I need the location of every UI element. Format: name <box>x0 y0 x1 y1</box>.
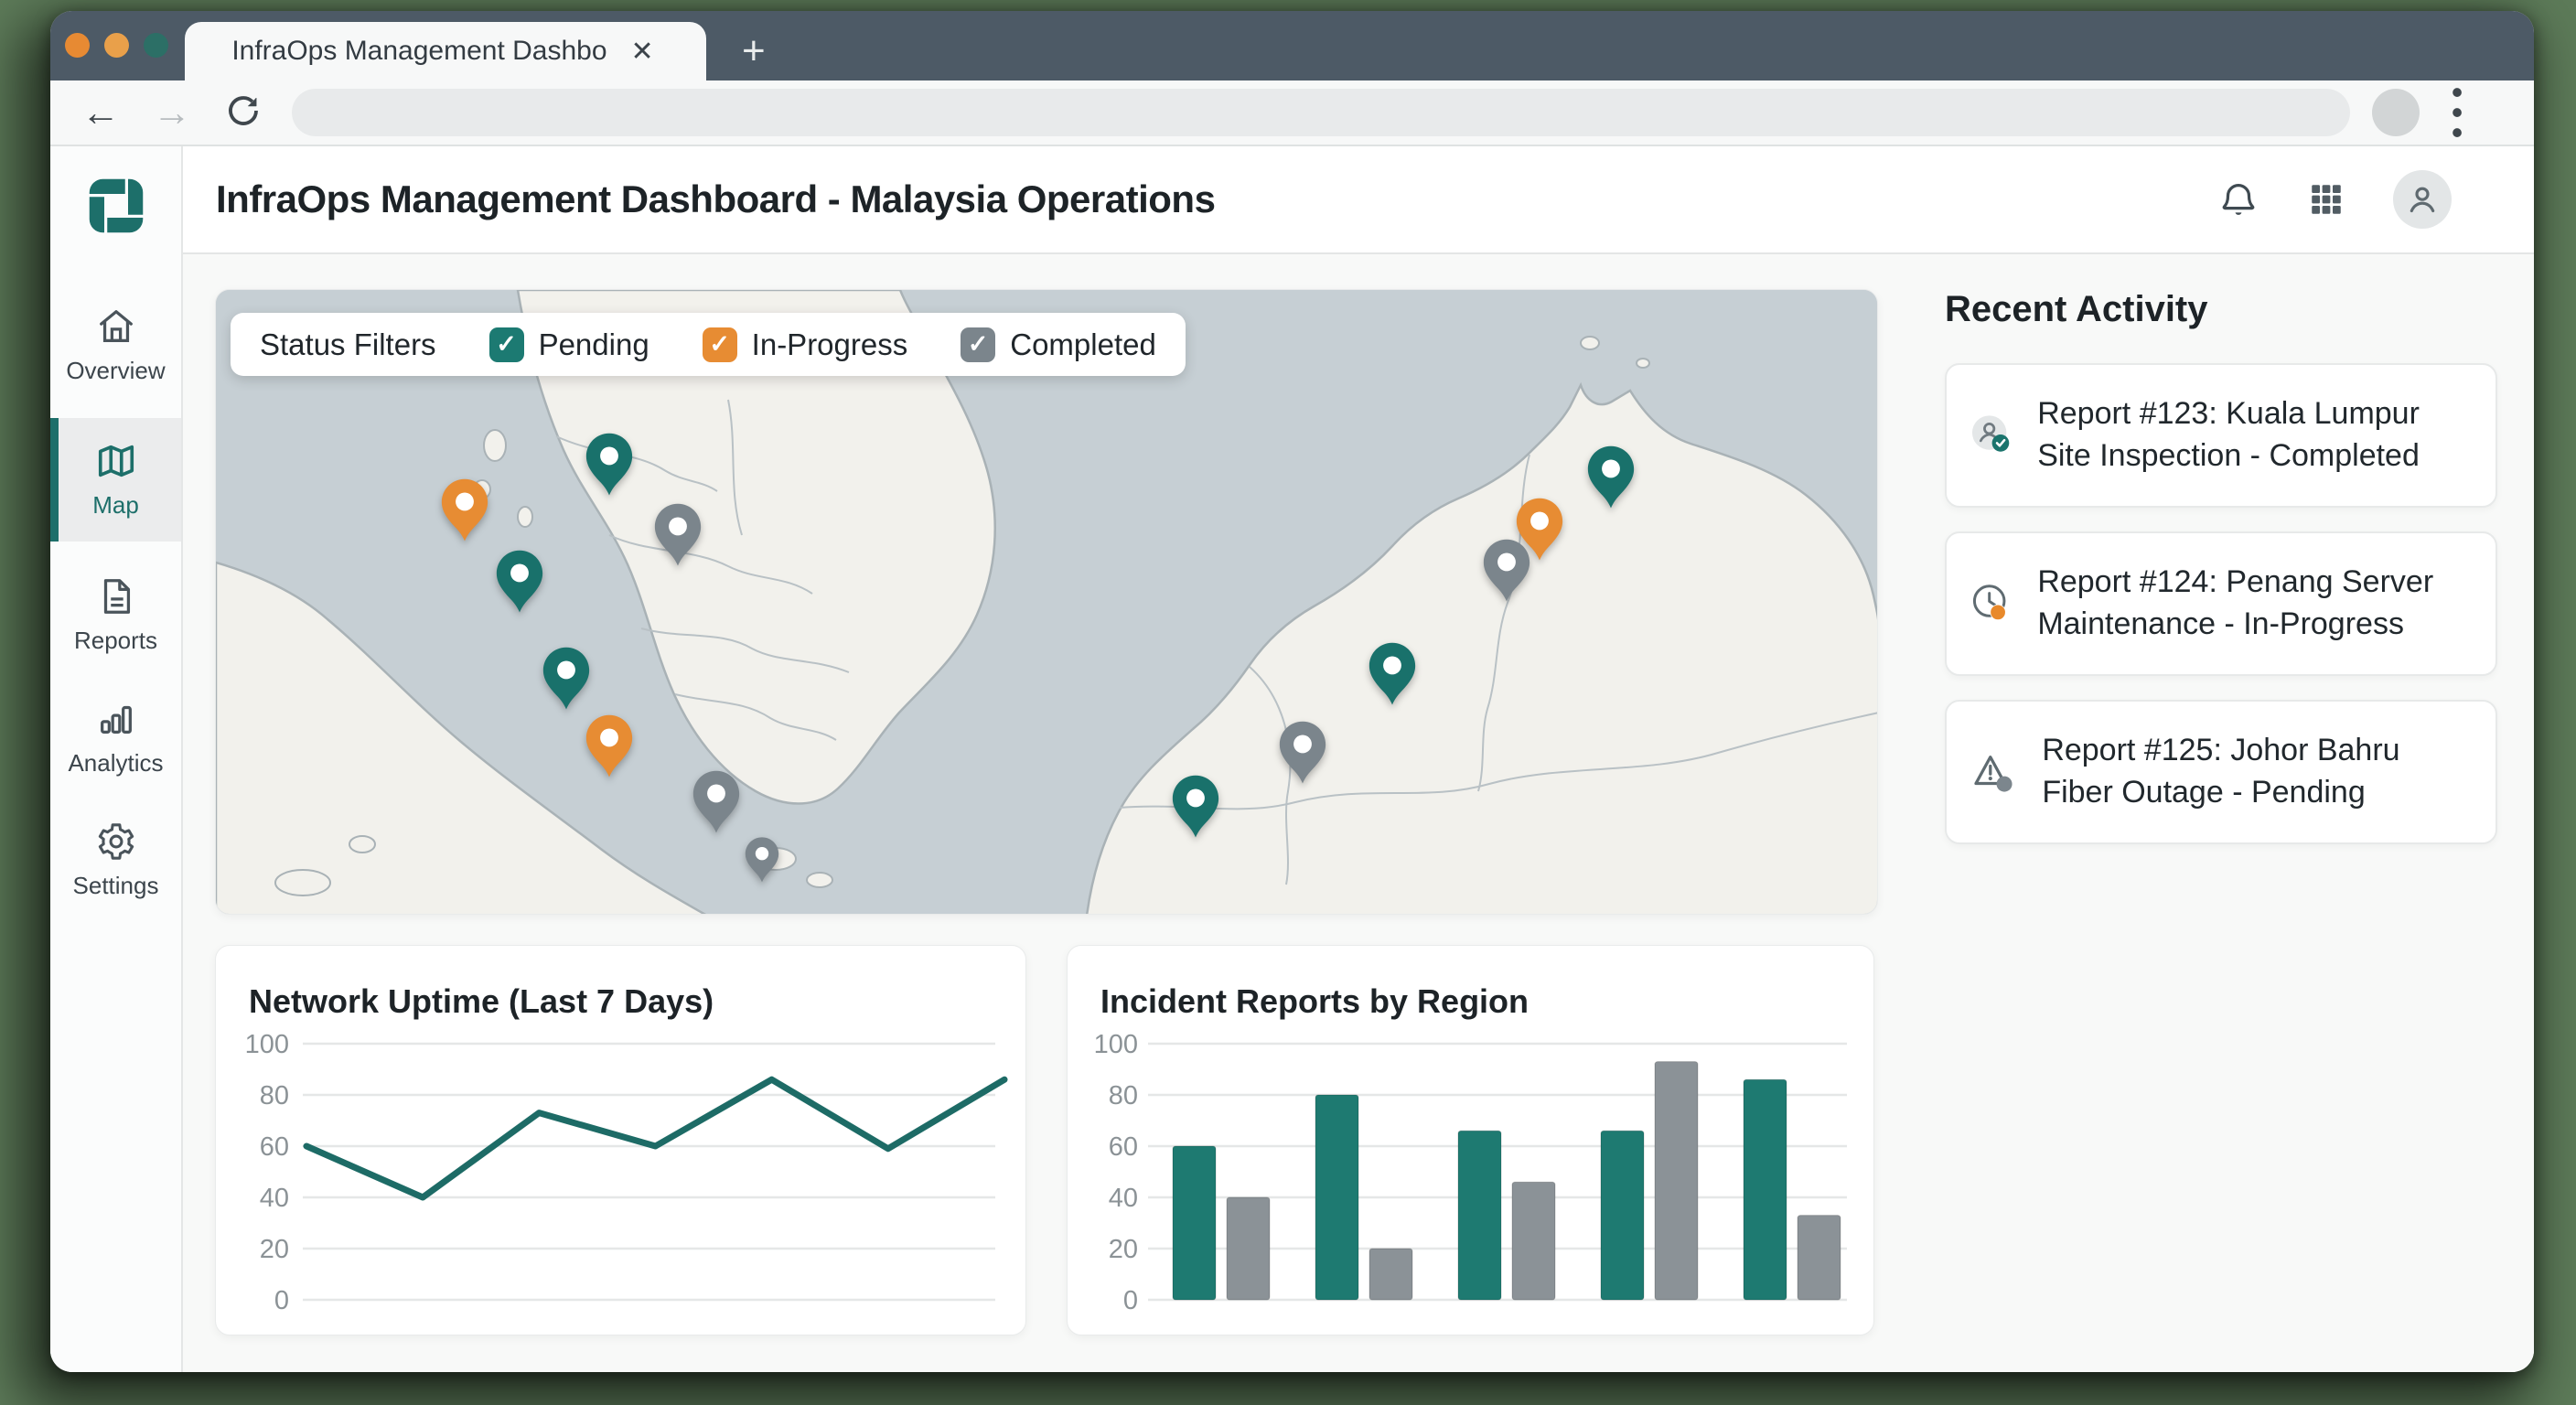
sidebar-nav: Overview Map Reports Analytics Settings <box>50 295 181 933</box>
user-check-icon <box>1970 397 2013 474</box>
sidebar-item-label: Reports <box>74 627 157 655</box>
recent-activity-panel: Recent Activity Report #123: Kuala Lumpu… <box>1945 289 2497 844</box>
bar-chart: 0 20 40 60 80 100 <box>1068 946 1875 1336</box>
status-filter-bar: Status Filters ✓ Pending ✓ In-Progress ✓ Comp… <box>231 313 1186 376</box>
sidebar-item-analytics[interactable]: Analytics <box>50 688 181 787</box>
sidebar-item-label: Settings <box>73 872 159 900</box>
window-close-button[interactable] <box>65 33 90 58</box>
recent-activity-title: Recent Activity <box>1945 289 2497 330</box>
sidebar-item-label: Analytics <box>68 749 163 778</box>
svg-text:80: 80 <box>1109 1081 1138 1110</box>
svg-text:0: 0 <box>1123 1286 1138 1315</box>
filter-option-in-progress: ✓ In-Progress <box>703 327 908 362</box>
sidebar-item-overview[interactable]: Overview <box>50 295 181 394</box>
browser-window: InfraOps Management Dashbo ✕ + ← → ••• <box>50 11 2534 1372</box>
main-column: InfraOps Management Dashboard - Malaysia… <box>183 146 2534 1372</box>
checkbox-completed[interactable]: ✓ <box>961 327 995 362</box>
page-header: InfraOps Management Dashboard - Malaysia… <box>183 146 2534 254</box>
map-pin-completed[interactable] <box>743 835 781 888</box>
activity-text: Report #125: Johor Bahru Fiber Outage - … <box>2042 730 2472 814</box>
activity-card[interactable]: Report #123: Kuala Lumpur Site Inspectio… <box>1945 363 2497 508</box>
bar-chart-icon <box>95 698 137 740</box>
map-pin-completed[interactable] <box>1276 719 1329 790</box>
map-canvas[interactable]: Status Filters ✓ Pending ✓ In-Progress ✓ Comp… <box>215 289 1878 915</box>
new-tab-button[interactable]: + <box>742 24 766 79</box>
tab-close-icon[interactable]: ✕ <box>626 36 660 68</box>
network-uptime-chart-card: Network Uptime (Last 7 Days) 02040608010… <box>215 945 1026 1335</box>
filter-option-label: In-Progress <box>752 327 908 362</box>
sidebar-item-label: Map <box>92 491 139 520</box>
filter-option-completed: ✓ Completed <box>961 327 1156 362</box>
map-pin-completed[interactable] <box>651 501 704 573</box>
recent-activity-list: Report #123: Kuala Lumpur Site Inspectio… <box>1945 363 2497 844</box>
svg-text:40: 40 <box>1109 1184 1138 1213</box>
map-pin-pending[interactable] <box>493 549 546 620</box>
status-filter-label: Status Filters <box>260 327 436 362</box>
map-pin-pending[interactable] <box>540 645 593 716</box>
page-title: InfraOps Management Dashboard - Malaysia… <box>216 177 1215 221</box>
map-pin-pending[interactable] <box>1584 444 1637 515</box>
map-pin-in-progress[interactable] <box>438 477 491 548</box>
map-pin-pending[interactable] <box>1366 640 1419 712</box>
sidebar-item-reports[interactable]: Reports <box>50 565 181 664</box>
map-pin-completed[interactable] <box>1480 537 1533 608</box>
home-icon <box>95 306 137 348</box>
clock-icon <box>1970 565 2013 642</box>
line-chart: 0 20 40 60 80 100 <box>216 946 1027 1336</box>
back-icon[interactable]: ← <box>81 93 120 132</box>
dashboard-content: Status Filters ✓ Pending ✓ In-Progress ✓ Comp… <box>183 254 2534 1372</box>
user-avatar[interactable] <box>2393 170 2452 229</box>
svg-text:20: 20 <box>1109 1235 1138 1264</box>
gear-icon <box>95 820 137 863</box>
map-pin-pending[interactable] <box>1169 773 1222 844</box>
filter-option-pending: ✓ Pending <box>489 327 649 362</box>
map-icon <box>95 440 137 482</box>
checkbox-in-progress[interactable]: ✓ <box>703 327 737 362</box>
window-minimize-button[interactable] <box>104 33 129 58</box>
browser-toolbar: ← → ••• <box>50 80 2534 146</box>
window-controls <box>65 33 168 58</box>
svg-text:0: 0 <box>274 1286 289 1315</box>
activity-card[interactable]: Report #125: Johor Bahru Fiber Outage - … <box>1945 700 2497 844</box>
map-pin-pending[interactable] <box>583 431 636 502</box>
malaysia-map-graphic <box>216 290 1878 915</box>
activity-text: Report #124: Penang Server Maintenance -… <box>2037 562 2472 646</box>
reload-icon[interactable] <box>224 91 263 134</box>
filter-option-label: Pending <box>539 327 649 362</box>
svg-text:40: 40 <box>260 1184 289 1213</box>
svg-text:60: 60 <box>260 1132 289 1162</box>
window-zoom-button[interactable] <box>144 33 168 58</box>
svg-text:100: 100 <box>245 1030 289 1059</box>
incident-reports-chart-card: Incident Reports by Region 020406080100 <box>1067 945 1874 1335</box>
tab-title: InfraOps Management Dashbo <box>231 36 606 67</box>
sidebar-item-label: Overview <box>66 357 165 385</box>
app-logo-icon <box>78 170 155 246</box>
apps-grid-icon[interactable] <box>2307 180 2345 219</box>
browser-menu-icon[interactable]: ••• <box>2443 82 2471 144</box>
document-icon <box>95 575 137 617</box>
svg-text:100: 100 <box>1094 1030 1138 1059</box>
svg-text:60: 60 <box>1109 1132 1138 1162</box>
sidebar-item-settings[interactable]: Settings <box>50 810 181 909</box>
map-pin-completed[interactable] <box>690 768 743 840</box>
address-bar[interactable] <box>292 89 2350 136</box>
app-frame: Overview Map Reports Analytics Settings Infr… <box>50 146 2534 1372</box>
bell-icon[interactable] <box>2217 178 2259 220</box>
checkbox-pending[interactable]: ✓ <box>489 327 524 362</box>
activity-text: Report #123: Kuala Lumpur Site Inspectio… <box>2037 393 2472 477</box>
svg-text:20: 20 <box>260 1235 289 1264</box>
sidebar-item-map[interactable]: Map <box>50 418 181 542</box>
warning-triangle-icon <box>1970 734 2018 810</box>
activity-card[interactable]: Report #124: Penang Server Maintenance -… <box>1945 531 2497 676</box>
forward-icon[interactable]: → <box>153 93 191 132</box>
filter-option-label: Completed <box>1010 327 1156 362</box>
browser-tabstrip: InfraOps Management Dashbo ✕ + <box>50 11 2534 80</box>
map-pin-in-progress[interactable] <box>583 713 636 784</box>
sidebar: Overview Map Reports Analytics Settings <box>50 146 183 1372</box>
status-filter-list: ✓ Pending ✓ In-Progress ✓ Completed <box>489 327 1156 362</box>
browser-tab[interactable]: InfraOps Management Dashbo ✕ <box>185 22 706 80</box>
browser-profile-avatar[interactable] <box>2372 89 2420 136</box>
svg-text:80: 80 <box>260 1081 289 1110</box>
